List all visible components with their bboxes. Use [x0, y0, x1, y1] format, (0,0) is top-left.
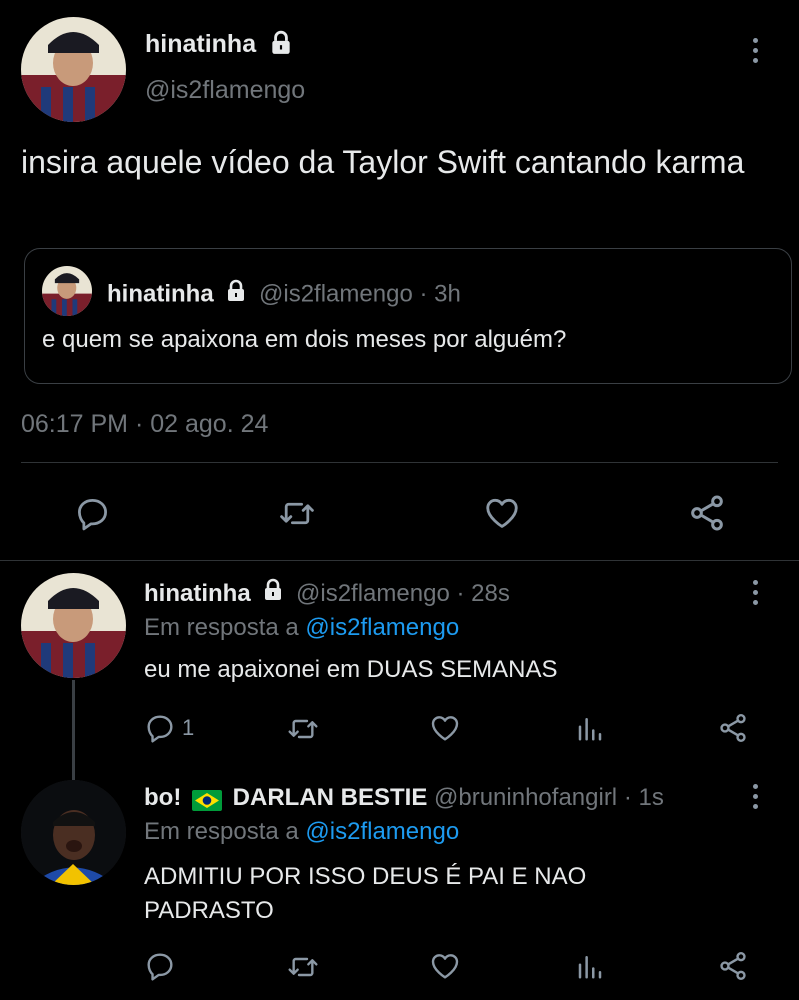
quoted-handle: @is2flamengo — [259, 280, 413, 308]
time: 28s — [471, 580, 510, 607]
reply-to-link[interactable]: @is2flamengo — [305, 818, 459, 845]
lock-icon — [224, 279, 248, 311]
retweet-button[interactable] — [276, 495, 318, 532]
avatar — [42, 266, 92, 316]
retweet-button[interactable] — [285, 713, 321, 745]
section-divider — [0, 560, 799, 561]
share-button[interactable] — [687, 493, 727, 533]
more-options-icon[interactable] — [751, 784, 759, 809]
avatar[interactable] — [21, 17, 126, 122]
lock-icon — [261, 578, 285, 611]
retweet-button[interactable] — [285, 951, 321, 983]
separator: · — [419, 280, 428, 308]
quoted-tweet[interactable]: hinatinha @is2flamengo · 3h e quem se ap… — [24, 248, 792, 384]
retweet-icon — [288, 957, 318, 977]
quoted-display-name: hinatinha — [107, 280, 214, 308]
reply-count: 1 — [182, 715, 195, 740]
reply-text: ADMITIU POR ISSO DEUS É PAI E NAO PADRAS… — [144, 863, 587, 924]
reply-prefix: Em resposta a — [144, 614, 299, 641]
share-button[interactable] — [717, 950, 749, 982]
analytics-icon — [578, 956, 602, 979]
like-icon — [431, 716, 459, 741]
retweet-icon — [280, 502, 314, 525]
display-name: hinatinha — [145, 30, 257, 58]
display-name[interactable]: hinatinha — [144, 580, 251, 607]
display-name[interactable]: DARLAN BESTIE — [233, 784, 428, 811]
handle[interactable]: @is2flamengo — [145, 74, 305, 106]
share-icon — [720, 952, 746, 980]
display-name-prefix[interactable]: bo! — [144, 784, 181, 811]
retweet-icon — [288, 719, 318, 739]
share-button[interactable] — [717, 712, 749, 744]
quoted-time: 3h — [434, 280, 461, 308]
reply-icon — [147, 953, 173, 981]
views-button[interactable] — [575, 951, 605, 981]
like-button[interactable] — [428, 712, 462, 744]
avatar[interactable] — [21, 780, 126, 885]
reply-to-link[interactable]: @is2flamengo — [305, 614, 459, 641]
reply-button[interactable]: 1 — [144, 712, 194, 744]
divider — [21, 462, 778, 463]
reply-button[interactable] — [144, 950, 176, 982]
more-options-icon[interactable] — [751, 580, 759, 605]
reply-text: eu me apaixonei em DUAS SEMANAS — [144, 656, 558, 683]
analytics-icon — [578, 718, 602, 741]
timestamp[interactable]: 06:17 PM · 02 ago. 24 — [21, 408, 268, 440]
like-button[interactable] — [428, 950, 462, 982]
tweet-text: insira aquele vídeo da Taylor Swift cant… — [21, 144, 745, 180]
handle[interactable]: @bruninhofangirl — [434, 784, 617, 811]
reply-icon — [147, 715, 173, 743]
like-button[interactable] — [482, 494, 522, 532]
brazil-flag-icon — [191, 788, 222, 812]
like-icon — [431, 954, 459, 979]
avatar[interactable] — [21, 573, 126, 678]
separator: · — [623, 784, 632, 811]
reply-icon — [78, 499, 107, 531]
thread-line — [72, 680, 75, 780]
separator: · — [456, 580, 465, 607]
time: 1s — [638, 784, 664, 811]
like-icon — [486, 498, 518, 528]
quoted-text: e quem se apaixona em dois meses por alg… — [42, 326, 567, 353]
reply-prefix: Em resposta a — [144, 818, 299, 845]
share-icon — [691, 495, 723, 531]
handle[interactable]: @is2flamengo — [296, 580, 450, 607]
reply-button[interactable] — [74, 495, 111, 532]
lock-icon — [268, 30, 294, 61]
views-button[interactable] — [575, 713, 605, 743]
share-icon — [720, 714, 746, 742]
more-options-icon[interactable] — [751, 38, 759, 63]
